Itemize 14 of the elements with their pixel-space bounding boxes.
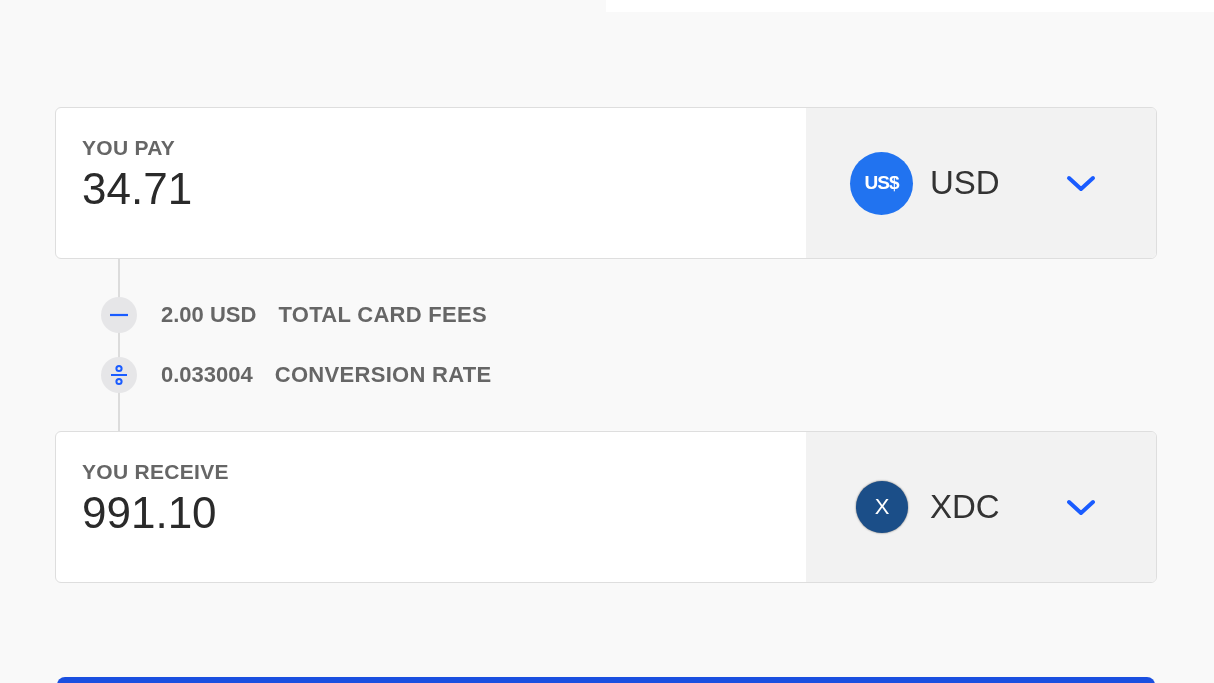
chevron-down-icon [1066, 175, 1096, 193]
amount-field[interactable]: 991.10 [82, 488, 382, 538]
fee-label: TOTAL CARD FEES [278, 302, 487, 328]
fee-label: CONVERSION RATE [274, 362, 492, 388]
chevron-down-icon [1066, 499, 1096, 517]
amount-field[interactable]: 34.71 [82, 164, 382, 214]
amount-label: YOU PAY [82, 136, 177, 160]
fee-value: 0.033004 [161, 362, 253, 388]
currency-selector[interactable]: X XDC [806, 432, 1156, 582]
amount-label: YOU RECEIVE [82, 460, 230, 484]
currency-selector[interactable]: US$ USD [806, 108, 1156, 258]
currency-badge: US$ [850, 151, 913, 215]
fee-value: 2.00 USD [161, 302, 257, 328]
coin-badge: X [856, 481, 908, 533]
